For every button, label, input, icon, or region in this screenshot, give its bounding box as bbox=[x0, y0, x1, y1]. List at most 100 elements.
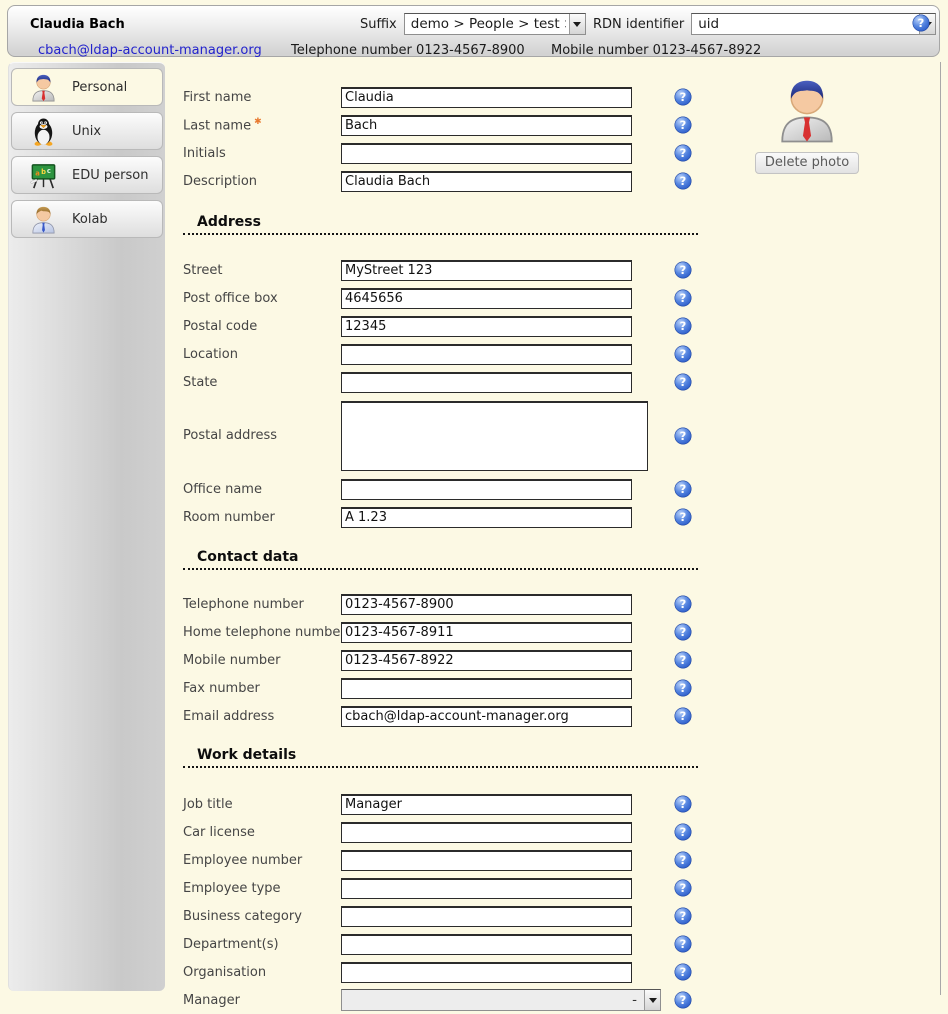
field-label-mobile-number: Mobile number bbox=[183, 653, 341, 668]
dropdown-arrow-icon[interactable] bbox=[569, 14, 585, 34]
svg-text:?: ? bbox=[680, 625, 687, 639]
form-row-last-name: Last name✱? bbox=[183, 111, 695, 139]
tab-personal[interactable]: Personal bbox=[11, 68, 163, 106]
field-label-postal-code: Postal code bbox=[183, 319, 341, 334]
suffix-select[interactable]: demo > People > test > de bbox=[404, 13, 586, 35]
form-row-manager: Manager-? bbox=[183, 986, 695, 1014]
help-icon[interactable]: ? bbox=[674, 427, 692, 445]
field-label-employee-type: Employee type bbox=[183, 881, 341, 896]
header-email-link[interactable]: cbach@ldap-account-manager.org bbox=[38, 43, 262, 58]
help-icon[interactable]: ? bbox=[674, 991, 692, 1009]
help-icon[interactable]: ? bbox=[674, 317, 692, 335]
manager-select[interactable]: - bbox=[341, 989, 661, 1011]
tab-kolab[interactable]: Kolab bbox=[11, 200, 163, 238]
help-icon[interactable]: ? bbox=[674, 508, 692, 526]
postal-address-input[interactable] bbox=[341, 401, 648, 471]
help-icon[interactable]: ? bbox=[674, 480, 692, 498]
tab-edu-person[interactable]: abcEDU person bbox=[11, 156, 163, 194]
departments-input[interactable] bbox=[341, 934, 632, 955]
svg-text:?: ? bbox=[680, 909, 687, 923]
field-label-employee-number: Employee number bbox=[183, 853, 341, 868]
field-label-email-address: Email address bbox=[183, 709, 341, 724]
svg-text:?: ? bbox=[680, 653, 687, 667]
street-input[interactable] bbox=[341, 260, 632, 281]
form-row-email-address: Email address? bbox=[183, 702, 695, 730]
help-icon[interactable]: ? bbox=[674, 345, 692, 363]
telephone-number-input[interactable] bbox=[341, 594, 632, 615]
employee-type-input[interactable] bbox=[341, 878, 632, 899]
mobile-number-input[interactable] bbox=[341, 650, 632, 671]
postal-code-input[interactable] bbox=[341, 316, 632, 337]
car-license-input[interactable] bbox=[341, 822, 632, 843]
field-label-description: Description bbox=[183, 174, 341, 189]
svg-text:?: ? bbox=[680, 291, 687, 305]
email-address-input[interactable] bbox=[341, 706, 632, 727]
help-icon[interactable]: ? bbox=[674, 172, 692, 190]
account-header: Claudia Bach Suffix demo > People > test… bbox=[7, 5, 940, 57]
home-telephone-number-input[interactable] bbox=[341, 622, 632, 643]
svg-text:a: a bbox=[35, 169, 40, 177]
post-office-box-input[interactable] bbox=[341, 288, 632, 309]
help-icon[interactable]: ? bbox=[674, 373, 692, 391]
form-row-business-category: Business category? bbox=[183, 902, 695, 930]
help-icon[interactable]: ? bbox=[674, 679, 692, 697]
help-icon[interactable]: ? bbox=[674, 623, 692, 641]
job-title-input[interactable] bbox=[341, 794, 632, 815]
help-icon[interactable]: ? bbox=[674, 823, 692, 841]
state-input[interactable] bbox=[341, 372, 632, 393]
help-icon[interactable]: ? bbox=[674, 707, 692, 725]
description-input[interactable] bbox=[341, 171, 632, 192]
organisation-input[interactable] bbox=[341, 962, 632, 983]
form-row-first-name: First name? bbox=[183, 83, 695, 111]
help-icon[interactable]: ? bbox=[674, 289, 692, 307]
help-icon[interactable]: ? bbox=[674, 935, 692, 953]
form-row-home-telephone-number: Home telephone number? bbox=[183, 618, 695, 646]
office-name-input[interactable] bbox=[341, 479, 632, 500]
employee-number-input[interactable] bbox=[341, 850, 632, 871]
delete-photo-button[interactable]: Delete photo bbox=[755, 152, 859, 174]
dropdown-arrow-icon[interactable] bbox=[644, 990, 660, 1010]
svg-text:?: ? bbox=[680, 429, 687, 443]
business-category-input[interactable] bbox=[341, 906, 632, 927]
svg-text:?: ? bbox=[680, 965, 687, 979]
form-row-employee-type: Employee type? bbox=[183, 874, 695, 902]
room-number-input[interactable] bbox=[341, 507, 632, 528]
help-icon[interactable]: ? bbox=[674, 88, 692, 106]
help-icon[interactable]: ? bbox=[674, 144, 692, 162]
svg-text:?: ? bbox=[680, 263, 687, 277]
help-icon[interactable]: ? bbox=[674, 879, 692, 897]
svg-text:c: c bbox=[47, 166, 51, 174]
tab-label: Unix bbox=[72, 124, 101, 139]
form-row-room-number: Room number? bbox=[183, 503, 695, 531]
help-icon[interactable]: ? bbox=[674, 851, 692, 869]
location-input[interactable] bbox=[341, 344, 632, 365]
initials-input[interactable] bbox=[341, 143, 632, 164]
help-icon[interactable]: ? bbox=[674, 907, 692, 925]
field-label-fax-number: Fax number bbox=[183, 681, 341, 696]
svg-text:?: ? bbox=[918, 16, 925, 30]
help-icon[interactable]: ? bbox=[674, 963, 692, 981]
last-name-input[interactable] bbox=[341, 115, 632, 136]
svg-text:?: ? bbox=[680, 597, 687, 611]
form-row-telephone-number: Telephone number? bbox=[183, 590, 695, 618]
fax-number-input[interactable] bbox=[341, 678, 632, 699]
help-icon[interactable]: ? bbox=[674, 795, 692, 813]
form-row-mobile-number: Mobile number? bbox=[183, 646, 695, 674]
svg-text:?: ? bbox=[680, 797, 687, 811]
field-label-departments: Department(s) bbox=[183, 937, 341, 952]
help-icon[interactable]: ? bbox=[674, 116, 692, 134]
help-icon[interactable]: ? bbox=[674, 595, 692, 613]
header-help-icon[interactable]: ? bbox=[912, 14, 930, 32]
help-icon[interactable]: ? bbox=[674, 651, 692, 669]
field-label-telephone-number: Telephone number bbox=[183, 597, 341, 612]
content-area: First name?Last name✱?Initials?Descripti… bbox=[165, 62, 941, 995]
suffix-select-value: demo > People > test > de bbox=[411, 16, 566, 32]
tab-unix[interactable]: Unix bbox=[11, 112, 163, 150]
first-name-input[interactable] bbox=[341, 87, 632, 108]
field-label-state: State bbox=[183, 375, 341, 390]
form-row-organisation: Organisation? bbox=[183, 958, 695, 986]
rdn-select[interactable]: uid bbox=[691, 13, 936, 35]
svg-text:?: ? bbox=[680, 319, 687, 333]
help-icon[interactable]: ? bbox=[674, 261, 692, 279]
form-row-description: Description? bbox=[183, 167, 695, 195]
